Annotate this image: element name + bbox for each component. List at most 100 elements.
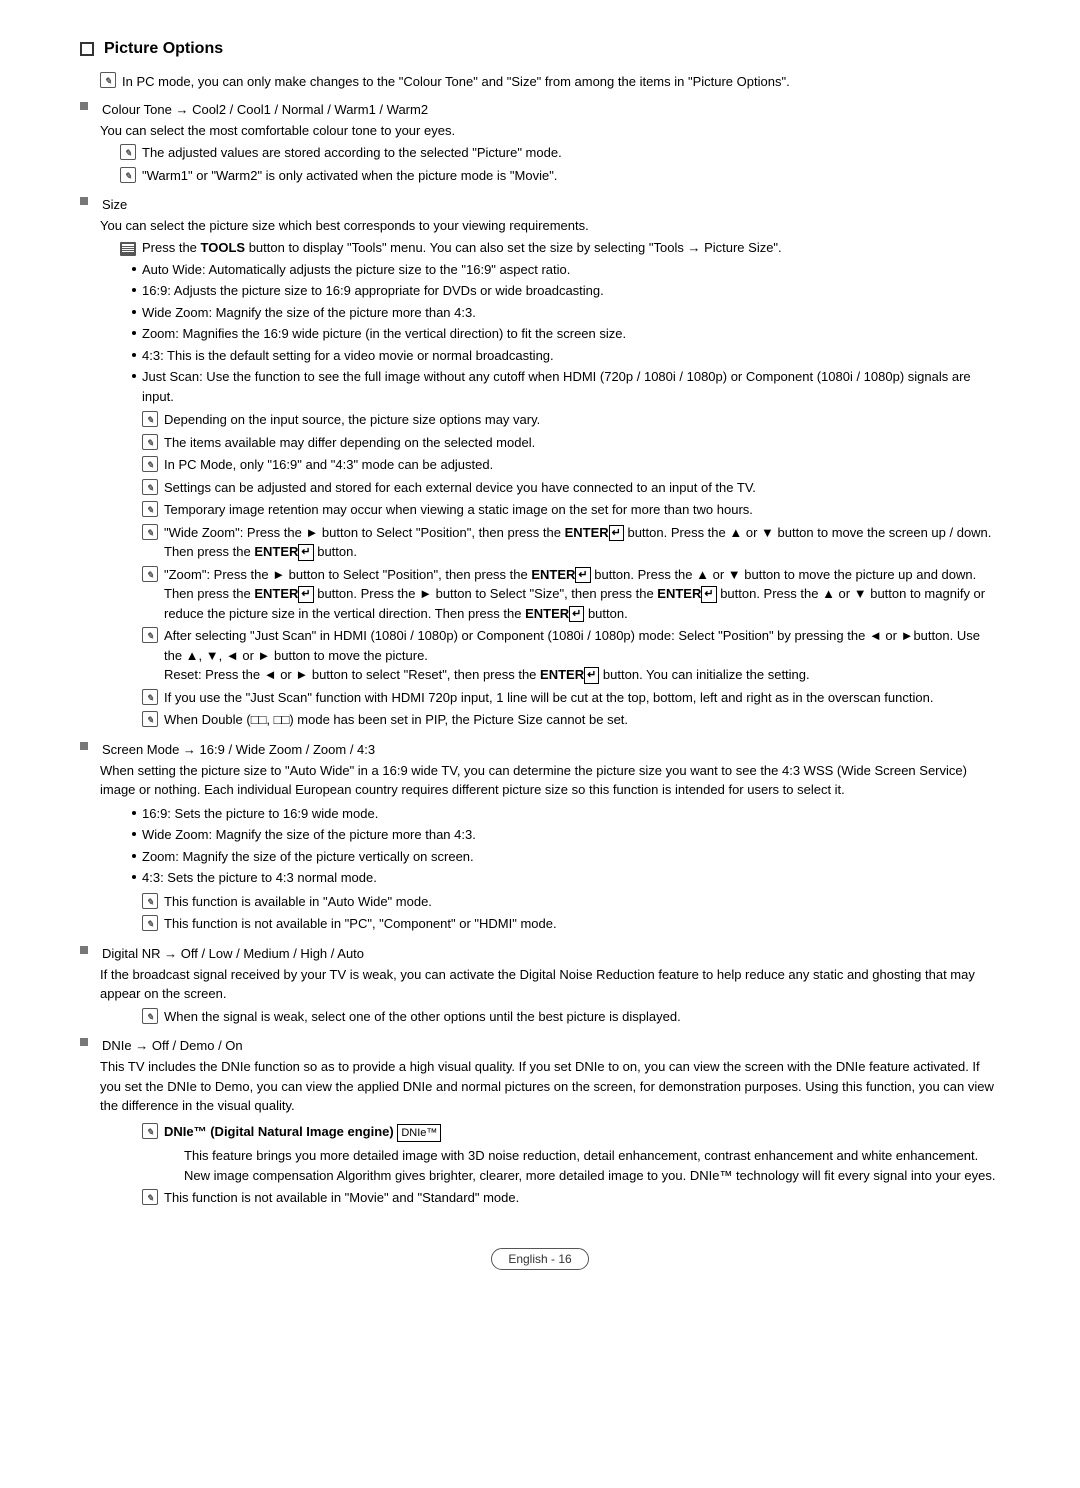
sm-bullet4-text: 4:3: Sets the picture to 4:3 normal mode… — [142, 868, 377, 888]
dnle-body: This TV includes the DNIe function so as… — [100, 1057, 1000, 1208]
square-bullet — [80, 102, 88, 110]
size-note-icon8: ✎ — [142, 627, 158, 643]
bullet-zoom-text: Zoom: Magnifies the 16:9 wide picture (i… — [142, 324, 626, 344]
colour-tone-desc: You can select the most comfortable colo… — [100, 121, 1000, 141]
size-note1: ✎ Depending on the input source, the pic… — [142, 410, 1000, 430]
size-body: You can select the picture size which be… — [100, 216, 1000, 730]
bullet-dot4 — [132, 331, 136, 335]
tools-icon — [120, 242, 136, 256]
dnle-note2: ✎ This function is not available in "Mov… — [142, 1188, 1000, 1208]
colour-tone-note1-text: The adjusted values are stored according… — [142, 143, 1000, 163]
page-container: Picture Options ✎ In PC mode, you can on… — [80, 40, 1000, 1270]
dnle-desc: This TV includes the DNIe function so as… — [100, 1057, 1000, 1116]
screen-mode-title-row: Screen Mode → 16:9 / Wide Zoom / Zoom / … — [80, 742, 1000, 757]
size-note8-text: After selecting "Just Scan" in HDMI (108… — [164, 626, 1000, 685]
sm-dot1 — [132, 811, 136, 815]
size-note-icon2: ✎ — [142, 434, 158, 450]
bullet-169-text: 16:9: Adjusts the picture size to 16:9 a… — [142, 281, 604, 301]
size-note9: ✎ If you use the "Just Scan" function wi… — [142, 688, 1000, 708]
dnr-note1-text: When the signal is weak, select one of t… — [164, 1007, 1000, 1027]
note-icon: ✎ — [100, 72, 116, 88]
footer: English - 16 — [80, 1238, 1000, 1270]
colour-tone-title: Colour Tone → Cool2 / Cool1 / Normal / W… — [102, 102, 428, 117]
note-icon1: ✎ — [120, 144, 136, 160]
dnr-note-icon1: ✎ — [142, 1008, 158, 1024]
size-note-icon6: ✎ — [142, 524, 158, 540]
screen-mode-bullets: 16:9: Sets the picture to 16:9 wide mode… — [132, 804, 1000, 888]
size-section: Size You can select the picture size whi… — [80, 197, 1000, 730]
colour-tone-title-row: Colour Tone → Cool2 / Cool1 / Normal / W… — [80, 102, 1000, 117]
size-note-icon7: ✎ — [142, 566, 158, 582]
size-note-icon4: ✎ — [142, 479, 158, 495]
size-note8: ✎ After selecting "Just Scan" in HDMI (1… — [142, 626, 1000, 685]
size-note3: ✎ In PC Mode, only "16:9" and "4:3" mode… — [142, 455, 1000, 475]
sm-bullet2: Wide Zoom: Magnify the size of the pictu… — [132, 825, 1000, 845]
bullet-43: 4:3: This is the default setting for a v… — [132, 346, 1000, 366]
size-note-icon5: ✎ — [142, 501, 158, 517]
size-title: Size — [102, 197, 127, 212]
bullet-wide-zoom-text: Wide Zoom: Magnify the size of the pictu… — [142, 303, 476, 323]
square-bullet-size — [80, 197, 88, 205]
size-desc: You can select the picture size which be… — [100, 216, 1000, 236]
size-note4: ✎ Settings can be adjusted and stored fo… — [142, 478, 1000, 498]
sm-dot3 — [132, 854, 136, 858]
sm-note2-text: This function is not available in "PC", … — [164, 914, 1000, 934]
size-note7-text: "Zoom": Press the ► button to Select "Po… — [164, 565, 1000, 624]
sm-note-icon1: ✎ — [142, 893, 158, 909]
size-note4-text: Settings can be adjusted and stored for … — [164, 478, 1000, 498]
note-icon2: ✎ — [120, 167, 136, 183]
size-note3-text: In PC Mode, only "16:9" and "4:3" mode c… — [164, 455, 1000, 475]
dnle-section: DNIe → Off / Demo / On This TV includes … — [80, 1038, 1000, 1208]
bullet-dot — [132, 267, 136, 271]
size-note-icon3: ✎ — [142, 456, 158, 472]
sm-bullet1-text: 16:9: Sets the picture to 16:9 wide mode… — [142, 804, 378, 824]
footer-badge: English - 16 — [491, 1248, 588, 1270]
bullet-43-text: 4:3: This is the default setting for a v… — [142, 346, 554, 366]
colour-tone-section: Colour Tone → Cool2 / Cool1 / Normal / W… — [80, 102, 1000, 186]
size-note-icon9: ✎ — [142, 689, 158, 705]
digital-nr-section: Digital NR → Off / Low / Medium / High /… — [80, 946, 1000, 1027]
dnle-detail: This feature brings you more detailed im… — [184, 1146, 1000, 1185]
colour-tone-note2: ✎ "Warm1" or "Warm2" is only activated w… — [120, 166, 1000, 186]
size-note6: ✎ "Wide Zoom": Press the ► button to Sel… — [142, 523, 1000, 562]
screen-mode-title: Screen Mode → 16:9 / Wide Zoom / Zoom / … — [102, 742, 375, 757]
digital-nr-title: Digital NR → Off / Low / Medium / High /… — [102, 946, 364, 961]
bullet-zoom: Zoom: Magnifies the 16:9 wide picture (i… — [132, 324, 1000, 344]
digital-nr-title-row: Digital NR → Off / Low / Medium / High /… — [80, 946, 1000, 961]
digital-nr-desc: If the broadcast signal received by your… — [100, 965, 1000, 1004]
sm-note1-text: This function is available in "Auto Wide… — [164, 892, 1000, 912]
bullet-169: 16:9: Adjusts the picture size to 16:9 a… — [132, 281, 1000, 301]
size-title-row: Size — [80, 197, 1000, 212]
colour-tone-body: You can select the most comfortable colo… — [100, 121, 1000, 186]
size-note6-text: "Wide Zoom": Press the ► button to Selec… — [164, 523, 1000, 562]
tools-row: Press the TOOLS button to display "Tools… — [120, 240, 1000, 256]
sm-dot2 — [132, 832, 136, 836]
size-note2: ✎ The items available may differ dependi… — [142, 433, 1000, 453]
size-note10-text: When Double (□□, □□) mode has been set i… — [164, 710, 1000, 730]
size-note2-text: The items available may differ depending… — [164, 433, 1000, 453]
screen-mode-section: Screen Mode → 16:9 / Wide Zoom / Zoom / … — [80, 742, 1000, 934]
size-note10: ✎ When Double (□□, □□) mode has been set… — [142, 710, 1000, 730]
digital-nr-body: If the broadcast signal received by your… — [100, 965, 1000, 1027]
bullet-dot5 — [132, 353, 136, 357]
sm-bullet3: Zoom: Magnify the size of the picture ve… — [132, 847, 1000, 867]
size-bullet-list: Auto Wide: Automatically adjusts the pic… — [132, 260, 1000, 407]
dnle-note-icon: ✎ — [142, 1123, 158, 1139]
bullet-auto-wide-text: Auto Wide: Automatically adjusts the pic… — [142, 260, 570, 280]
dnr-note1: ✎ When the signal is weak, select one of… — [142, 1007, 1000, 1027]
bullet-auto-wide: Auto Wide: Automatically adjusts the pic… — [132, 260, 1000, 280]
size-note-icon1: ✎ — [142, 411, 158, 427]
bullet-wide-zoom: Wide Zoom: Magnify the size of the pictu… — [132, 303, 1000, 323]
page-title: Picture Options — [104, 40, 223, 58]
dnle-title: DNIe → Off / Demo / On — [102, 1038, 243, 1053]
dnle-main-note: ✎ DNIe™ (Digital Natural Image engine) D… — [142, 1122, 1000, 1186]
size-note7: ✎ "Zoom": Press the ► button to Select "… — [142, 565, 1000, 624]
square-bullet-dnr — [80, 946, 88, 954]
top-note-row: ✎ In PC mode, you can only make changes … — [100, 72, 1000, 92]
dnle-note2-text: This function is not available in "Movie… — [164, 1188, 1000, 1208]
dnle-note-icon2: ✎ — [142, 1189, 158, 1205]
bullet-dot2 — [132, 288, 136, 292]
sm-note2: ✎ This function is not available in "PC"… — [142, 914, 1000, 934]
dnle-title-row: DNIe → Off / Demo / On — [80, 1038, 1000, 1053]
screen-mode-body: When setting the picture size to "Auto W… — [100, 761, 1000, 934]
